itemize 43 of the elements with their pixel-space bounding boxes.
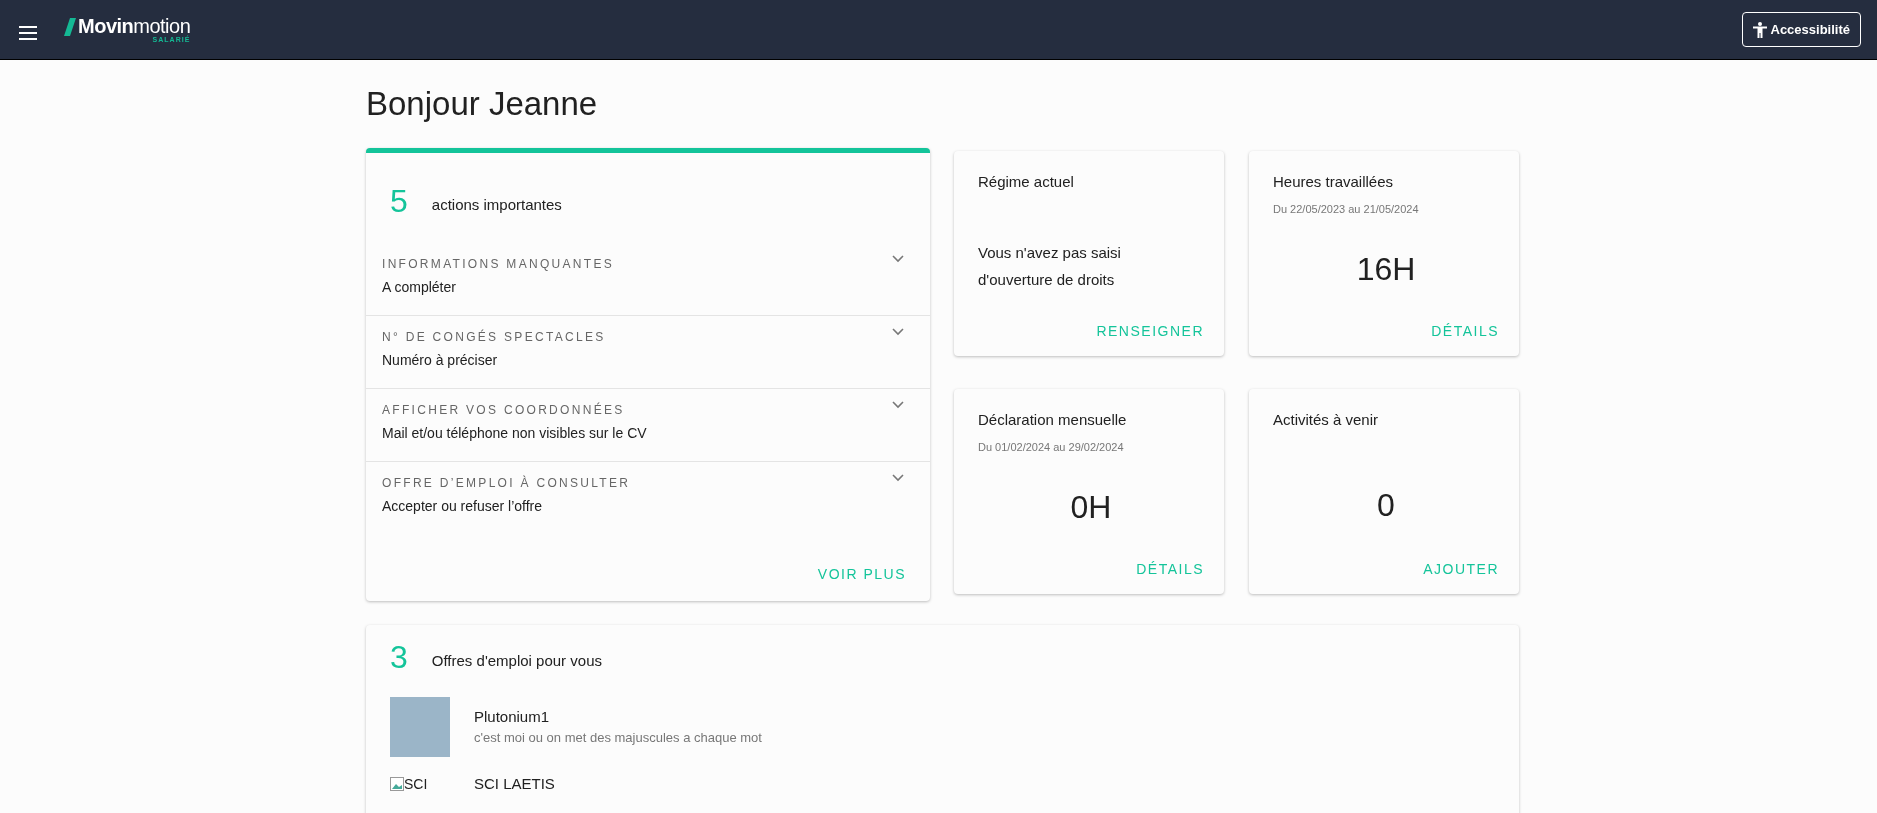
card-value: 16H (1356, 250, 1416, 290)
accessibility-button[interactable]: Accessibilité (1741, 11, 1861, 48)
card-value: 0 (1377, 485, 1395, 525)
action-label: AFFICHER VOS COORDONNÉES (382, 401, 626, 419)
period-text: Du 01/02/2024 au 29/02/2024 (978, 440, 1125, 456)
photo-placeholder (390, 696, 450, 757)
jobs-title: Offres d'emploi pour vous (431, 651, 602, 672)
action-detail: Numéro à préciser (382, 350, 499, 370)
action-item[interactable]: N° DE CONGÉS SPECTACLES Numéro à préciser (366, 315, 930, 389)
action-detail: A compléter (382, 277, 457, 297)
job-offer-item[interactable]: Plutonium1 c'est moi ou on met des majuscules a chaque mot (390, 696, 1495, 757)
broken-image-icon (390, 776, 404, 791)
job-offer-name: Plutonium1 (474, 706, 551, 727)
action-detail: Accepter ou refuser l’offre (382, 496, 544, 516)
action-item[interactable]: AFFICHER VOS COORDONNÉES Mail et/ou téléphone non visibles sur le CV (366, 388, 930, 462)
action-label: OFFRE D’EMPLOI À CONSULTER (382, 474, 631, 492)
chevron-down-icon[interactable] (892, 400, 904, 409)
card-title: Heures travaillées (1273, 171, 1395, 192)
actions-title: actions importantes (431, 195, 562, 216)
job-offer-description: c'est moi ou on met des majuscules a chaque mot (474, 729, 762, 748)
chevron-down-icon[interactable] (892, 254, 904, 263)
card-title: Déclaration mensuelle (978, 409, 1128, 430)
image-alt-text: SCI (404, 776, 428, 791)
action-item[interactable]: OFFRE D’EMPLOI À CONSULTER Accepter ou refuser l’offre (366, 461, 930, 535)
job-offer-item[interactable]: SCI SCI LAETIS (390, 772, 1495, 796)
card-title: Régime actuel (978, 171, 1075, 192)
actions-count: 5 (390, 184, 408, 217)
card-title: Activités à venir (1273, 409, 1380, 430)
action-label: N° DE CONGÉS SPECTACLES (382, 328, 606, 346)
action-detail: Mail et/ou téléphone non visibles sur le CV (382, 423, 647, 443)
card-value: 0H (1070, 488, 1112, 528)
chevron-down-icon[interactable] (892, 473, 904, 482)
logo-mark-icon (64, 18, 78, 36)
job-offer-name: SCI LAETIS (474, 773, 555, 794)
brand-logo[interactable]: Movinmotion (78, 16, 191, 36)
action-item[interactable]: INFORMATIONS MANQUANTES A compléter (366, 242, 930, 316)
chevron-down-icon[interactable] (892, 327, 904, 336)
period-text: Du 22/05/2023 au 21/05/2024 (1273, 202, 1420, 218)
action-label: INFORMATIONS MANQUANTES (382, 255, 614, 273)
greeting-heading: Bonjour Jeanne (366, 84, 599, 124)
card-message: Vous n'avez pas saisi d'ouverture de droits (978, 243, 1122, 290)
person-icon (1752, 21, 1767, 38)
jobs-count: 3 (390, 640, 408, 673)
